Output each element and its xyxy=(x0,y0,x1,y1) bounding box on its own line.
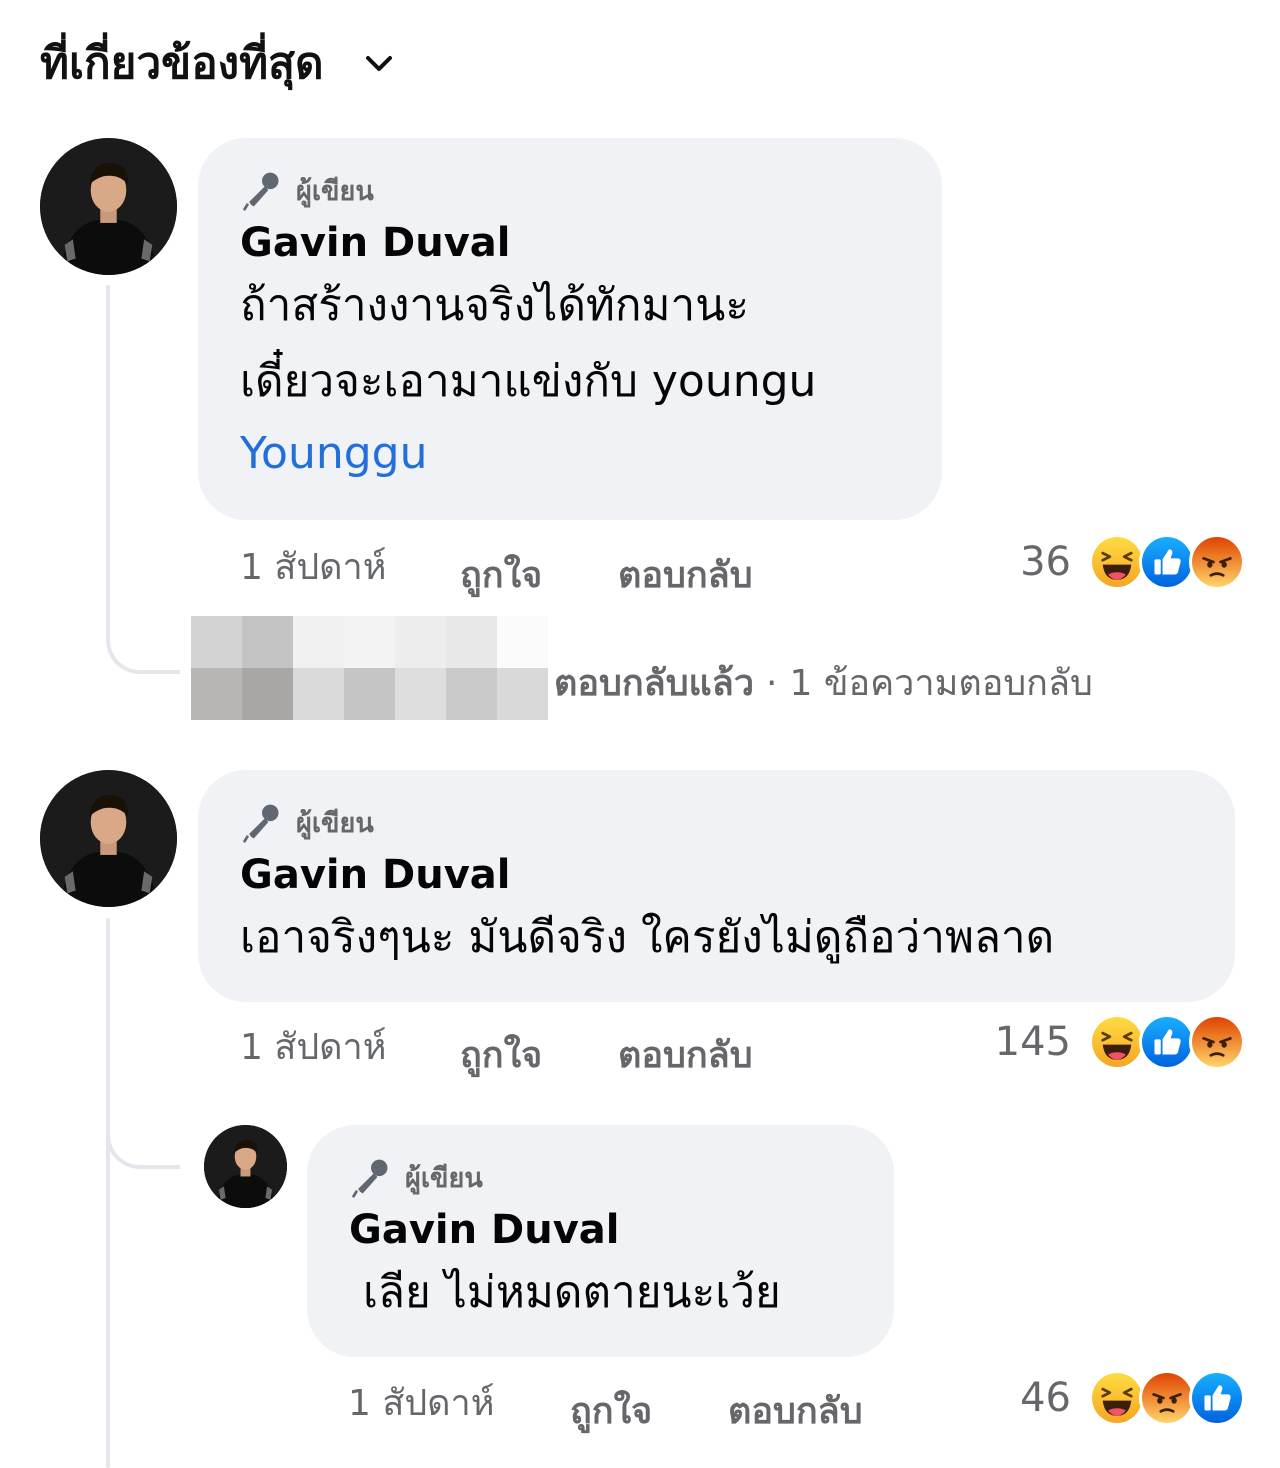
reaction-summary[interactable]: 145 xyxy=(960,1012,1245,1072)
comment-text: เลีย ไม่หมดตายนะเว้ย xyxy=(363,1267,781,1318)
like-button[interactable]: ถูกใจ xyxy=(460,1026,542,1083)
thread-line xyxy=(106,285,110,615)
angry-icon xyxy=(1189,534,1245,590)
thread-connector xyxy=(106,580,180,674)
reply-avatar[interactable] xyxy=(204,1125,287,1208)
avatar-photo xyxy=(40,138,177,275)
view-replies-link[interactable]: ตอบกลับแล้ว · 1 ข้อความตอบกลับ xyxy=(554,654,1093,711)
microphone-icon xyxy=(240,800,284,844)
reply-bubble: ผู้เขียน Gavin Duval เลีย ไม่หมดตายนะเว้… xyxy=(307,1125,894,1357)
mention-link[interactable]: Younggu xyxy=(240,422,942,486)
angry-icon xyxy=(1189,1014,1245,1070)
chevron-down-icon xyxy=(365,56,392,71)
author-name[interactable]: Gavin Duval xyxy=(240,852,1235,898)
reply-button[interactable]: ตอบกลับ xyxy=(728,1382,863,1439)
author-badge: ผู้เขียน xyxy=(240,800,1235,844)
thread-connector xyxy=(106,1090,180,1169)
avatar-photo xyxy=(40,770,177,907)
comment-timestamp[interactable]: 1 สัปดาห์ xyxy=(240,1018,387,1075)
reaction-count: 36 xyxy=(1020,539,1071,585)
comment-bubble: ผู้เขียน Gavin Duval ถ้าสร้างงานจริงได้ท… xyxy=(198,138,942,520)
avatar-photo xyxy=(204,1125,287,1208)
author-name[interactable]: Gavin Duval xyxy=(349,1207,894,1253)
like-icon xyxy=(1139,534,1195,590)
reply-button[interactable]: ตอบกลับ xyxy=(618,1026,753,1083)
badge-label: ผู้เขียน xyxy=(296,175,374,207)
sort-label: ที่เกี่ยวข้องที่สุด xyxy=(40,38,324,89)
like-icon xyxy=(1139,1014,1195,1070)
comment-line-1: ถ้าสร้างงานจริงได้ทักมานะ xyxy=(240,280,749,331)
like-button[interactable]: ถูกใจ xyxy=(570,1382,652,1439)
replied-label: ตอบกลับแล้ว xyxy=(554,663,755,704)
reply-button[interactable]: ตอบกลับ xyxy=(618,546,753,603)
separator-dot: · xyxy=(766,663,778,704)
comment-line-2: เดี๋ยวจะเอามาแข่งกับ youngu xyxy=(240,356,817,407)
comment-timestamp[interactable]: 1 สัปดาห์ xyxy=(348,1374,495,1431)
comment-timestamp[interactable]: 1 สัปดาห์ xyxy=(240,538,387,595)
haha-icon xyxy=(1089,1014,1145,1070)
avatar[interactable] xyxy=(40,138,177,275)
comment-text: เอาจริงๆนะ มันดีจริง ใครยังไม่ดูถือว่าพล… xyxy=(240,912,1055,963)
haha-icon xyxy=(1089,534,1145,590)
reaction-summary[interactable]: 36 xyxy=(960,532,1245,592)
microphone-icon xyxy=(240,168,284,212)
thread-line xyxy=(106,918,110,1468)
angry-icon xyxy=(1139,1370,1195,1426)
author-badge: ผู้เขียน xyxy=(349,1155,894,1199)
author-name[interactable]: Gavin Duval xyxy=(240,220,942,266)
microphone-icon xyxy=(349,1155,393,1199)
like-icon xyxy=(1189,1370,1245,1426)
reply-count: 1 ข้อความตอบกลับ xyxy=(789,663,1093,704)
badge-label: ผู้เขียน xyxy=(296,807,374,839)
reaction-count: 145 xyxy=(994,1019,1071,1065)
badge-label: ผู้เขียน xyxy=(405,1162,483,1194)
avatar[interactable] xyxy=(40,770,177,907)
sort-dropdown[interactable]: ที่เกี่ยวข้องที่สุด xyxy=(40,28,396,98)
author-badge: ผู้เขียน xyxy=(240,168,942,212)
comment-bubble: ผู้เขียน Gavin Duval เอาจริงๆนะ มันดีจริ… xyxy=(198,770,1235,1002)
like-button[interactable]: ถูกใจ xyxy=(460,546,542,603)
blurred-avatar-name xyxy=(191,616,548,720)
haha-icon xyxy=(1089,1370,1145,1426)
reaction-count: 46 xyxy=(1020,1375,1071,1421)
reaction-summary[interactable]: 46 xyxy=(960,1368,1245,1428)
